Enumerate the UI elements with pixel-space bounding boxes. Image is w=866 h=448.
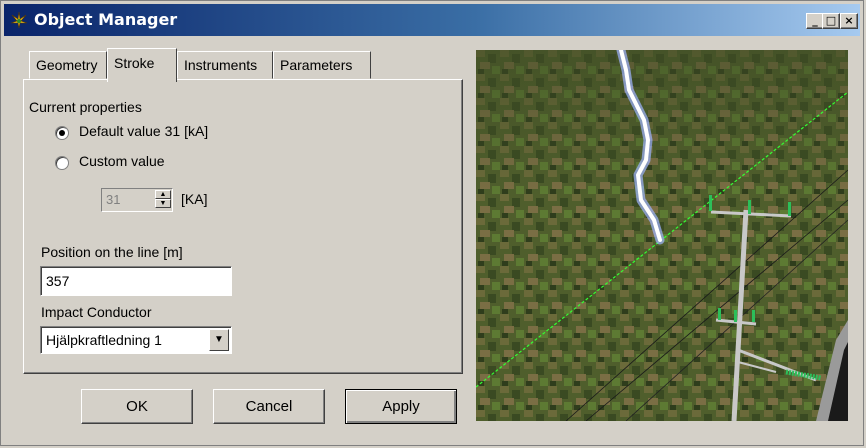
custom-value-radio[interactable] — [55, 156, 69, 170]
tab-geometry[interactable]: Geometry — [29, 51, 107, 79]
window-title: Object Manager — [34, 10, 178, 29]
position-value: 357 — [46, 273, 70, 289]
chevron-down-icon[interactable]: ▼ — [209, 329, 229, 351]
custom-value-spinner[interactable]: 31 ▲ ▼ — [101, 188, 173, 212]
impact-conductor-label: Impact Conductor — [41, 304, 152, 320]
title-bar[interactable]: Object Manager _ □ × — [4, 4, 860, 36]
object-manager-window: Object Manager _ □ × Geometry Stroke Ins… — [0, 0, 864, 446]
minimize-icon: _ — [812, 14, 818, 27]
3d-scene-view[interactable] — [476, 50, 848, 421]
impact-conductor-value: Hjälpkraftledning 1 — [46, 332, 162, 348]
default-value-radio[interactable] — [55, 126, 69, 140]
tab-instruments[interactable]: Instruments — [177, 51, 273, 79]
apply-button[interactable]: Apply — [345, 389, 457, 424]
maximize-icon: □ — [825, 14, 837, 27]
app-icon — [10, 11, 28, 29]
spinner-buttons: ▲ ▼ — [155, 190, 171, 210]
tab-stroke[interactable]: Stroke — [107, 48, 177, 82]
custom-value-input[interactable]: 31 — [106, 192, 120, 207]
custom-unit-label: [KA] — [181, 191, 208, 207]
default-value-label: Default value 31 [kA] — [79, 123, 209, 139]
spin-down-icon[interactable]: ▼ — [155, 199, 171, 208]
position-input[interactable]: 357 — [40, 266, 232, 296]
cancel-button[interactable]: Cancel — [213, 389, 325, 424]
scene-canvas — [476, 50, 848, 421]
close-icon: × — [844, 14, 854, 27]
tab-parameters[interactable]: Parameters — [273, 51, 371, 79]
position-label: Position on the line [m] — [41, 244, 183, 260]
ok-button[interactable]: OK — [81, 389, 193, 424]
spin-up-icon[interactable]: ▲ — [155, 190, 171, 199]
radio-selected-dot — [59, 130, 65, 136]
close-button[interactable]: × — [840, 13, 858, 29]
impact-conductor-select[interactable]: Hjälpkraftledning 1 ▼ — [40, 326, 232, 354]
maximize-button[interactable]: □ — [822, 13, 840, 29]
custom-value-label: Custom value — [79, 153, 165, 169]
current-properties-label: Current properties — [29, 99, 142, 115]
